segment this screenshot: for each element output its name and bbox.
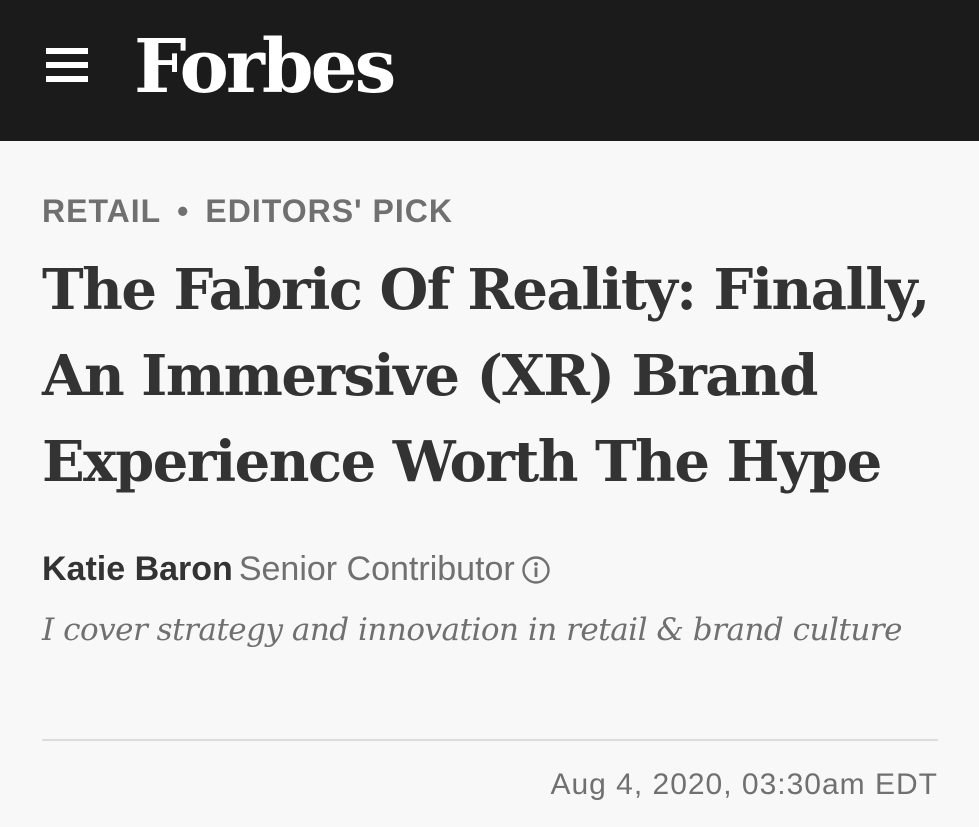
divider: [42, 739, 938, 741]
publish-timestamp: Aug 4, 2020, 03:30am EDT: [550, 768, 938, 801]
byline: Katie Baron Senior Contributor: [42, 547, 551, 591]
article-headline: The Fabric Of Reality: Finally, An Immer…: [42, 257, 930, 495]
forbes-logo[interactable]: Forbes: [134, 22, 396, 112]
author-bio: I cover strategy and innovation in retai…: [42, 612, 902, 648]
category-link-editors-pick[interactable]: EDITORS' PICK: [205, 193, 453, 229]
site-header: Forbes: [0, 0, 979, 141]
author-name-link[interactable]: Katie Baron: [42, 550, 233, 588]
author-role: Senior Contributor: [238, 550, 515, 588]
category-link-retail[interactable]: RETAIL: [42, 193, 161, 229]
category-separator: •: [177, 193, 190, 229]
hamburger-menu-icon[interactable]: [46, 48, 88, 82]
info-circle-icon[interactable]: [521, 555, 551, 585]
category-eyebrow: RETAIL • EDITORS' PICK: [42, 191, 453, 231]
